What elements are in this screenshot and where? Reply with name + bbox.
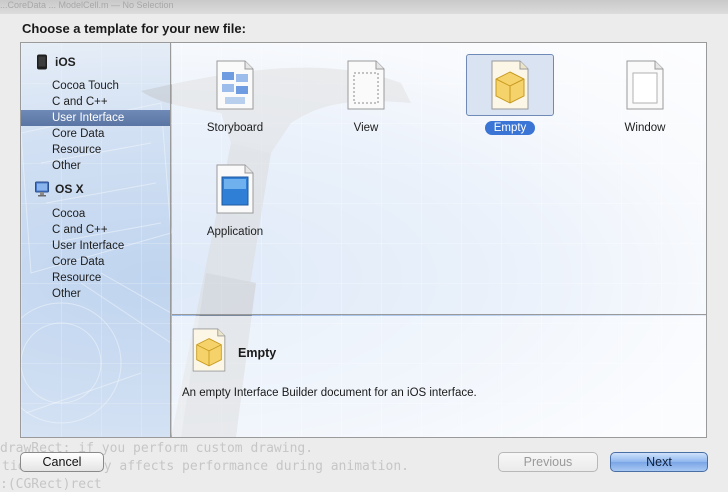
template-label: Storyboard: [206, 122, 264, 134]
template-label: Window: [624, 122, 666, 134]
sidebar-item-core-data[interactable]: Core Data: [21, 254, 170, 270]
storyboard-document-icon: [211, 60, 259, 110]
empty-cube-document-icon: [192, 328, 226, 372]
cancel-button[interactable]: Cancel: [20, 452, 104, 472]
sidebar-item-c-and-cpp[interactable]: C and C++: [21, 222, 170, 238]
background-code-line: :(CGRect)rect: [0, 477, 102, 492]
sidebar-item-cocoa-touch[interactable]: Cocoa Touch: [21, 78, 170, 94]
template-view[interactable]: View: [321, 53, 411, 139]
sidebar-item-cocoa[interactable]: Cocoa: [21, 206, 170, 222]
sidebar-item-other[interactable]: Other: [21, 158, 170, 174]
detail-title: Empty: [238, 346, 277, 360]
sidebar-item-c-and-cpp[interactable]: C and C++: [21, 94, 170, 110]
view-document-icon: [342, 60, 390, 110]
previous-button[interactable]: Previous: [498, 452, 598, 472]
next-button[interactable]: Next: [610, 452, 708, 472]
sidebar-item-user-interface[interactable]: User Interface: [21, 238, 170, 254]
sidebar-item-core-data[interactable]: Core Data: [21, 126, 170, 142]
mac-finder-icon: [35, 181, 49, 197]
template-chooser: iOS Cocoa Touch C and C++ User Interface…: [20, 42, 707, 438]
window-title-bar: ...CoreData ... ModelCell.m — No Selecti…: [0, 0, 728, 14]
sheet-heading: Choose a template for your new file:: [22, 21, 246, 36]
sidebar-item-resource[interactable]: Resource: [21, 270, 170, 286]
template-label: Empty: [465, 120, 555, 136]
sidebar-section-label: OS X: [55, 182, 84, 196]
sidebar-item-user-interface[interactable]: User Interface: [21, 110, 170, 126]
empty-cube-document-icon: [466, 54, 554, 116]
sidebar-item-resource[interactable]: Resource: [21, 142, 170, 158]
template-application[interactable]: Application: [190, 157, 280, 243]
new-file-sheet: ...CoreData ... ModelCell.m — No Selecti…: [0, 0, 728, 492]
iphone-icon: [37, 54, 47, 70]
template-empty[interactable]: Empty: [465, 53, 555, 139]
template-window[interactable]: Window: [600, 53, 690, 139]
sidebar-section-osx: OS X: [35, 179, 84, 199]
sidebar-section-ios: iOS: [35, 52, 76, 72]
template-label: View: [353, 122, 379, 134]
window-document-icon: [621, 60, 669, 110]
sidebar-section-label: iOS: [55, 55, 76, 69]
application-document-icon: [211, 164, 259, 214]
detail-description: An empty Interface Builder document for …: [182, 387, 477, 399]
sidebar-item-other[interactable]: Other: [21, 286, 170, 302]
window-ghost-title: ...CoreData ... ModelCell.m — No Selecti…: [0, 0, 174, 10]
template-storyboard[interactable]: Storyboard: [190, 53, 280, 139]
template-category-sidebar: iOS Cocoa Touch C and C++ User Interface…: [21, 43, 171, 437]
template-detail-pane: Empty An empty Interface Builder documen…: [172, 316, 706, 437]
template-grid: Storyboard View Empty Window Application: [172, 43, 706, 315]
template-label: Application: [206, 226, 264, 238]
